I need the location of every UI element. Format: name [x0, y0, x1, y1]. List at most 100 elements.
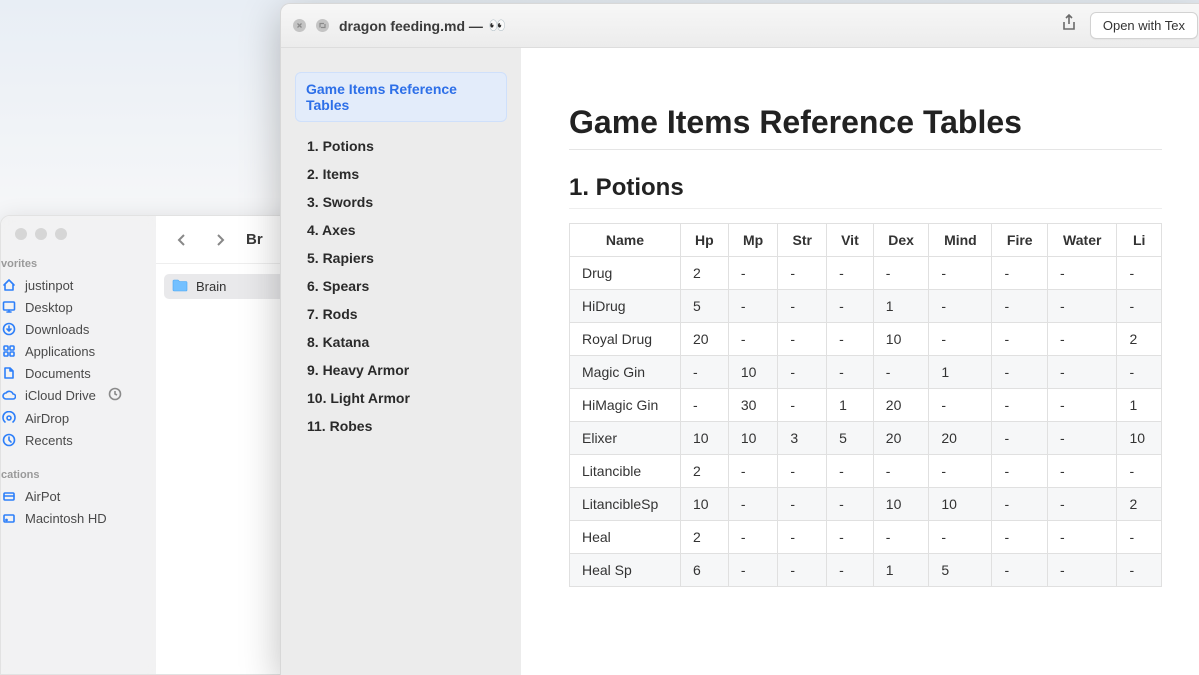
cell: -: [728, 257, 778, 290]
cell: -: [929, 257, 992, 290]
sidebar-item-applications[interactable]: Applications: [1, 340, 156, 362]
sidebar-item-documents[interactable]: Documents: [1, 362, 156, 384]
toc-item[interactable]: 8. Katana: [295, 328, 507, 356]
sidebar-item-label: Desktop: [25, 300, 73, 315]
cell: -: [778, 356, 827, 389]
toc-item[interactable]: 6. Spears: [295, 272, 507, 300]
sidebar-item-icloud-drive[interactable]: iCloud Drive: [1, 384, 156, 407]
column-header: Li: [1117, 224, 1162, 257]
column-header: Mind: [929, 224, 992, 257]
cell: 10: [680, 488, 728, 521]
nav-forward-button[interactable]: [208, 228, 232, 252]
toc-item[interactable]: 10. Light Armor: [295, 384, 507, 412]
column-header: Name: [570, 224, 681, 257]
cell: -: [1048, 521, 1117, 554]
cell: -: [827, 455, 874, 488]
sidebar-item-desktop[interactable]: Desktop: [1, 296, 156, 318]
sidebar-item-label: Applications: [25, 344, 95, 359]
cell: 1: [1117, 389, 1162, 422]
toc-item[interactable]: 9. Heavy Armor: [295, 356, 507, 384]
cell: -: [728, 290, 778, 323]
cell: 20: [929, 422, 992, 455]
expand-button[interactable]: [316, 19, 329, 32]
cell: -: [1117, 521, 1162, 554]
window-title: dragon feeding.md — 👀: [339, 17, 506, 34]
document-content[interactable]: Game Items Reference Tables 1. Potions N…: [521, 48, 1199, 675]
sidebar-item-label: justinpot: [25, 278, 73, 293]
cell: -: [1117, 257, 1162, 290]
cell: -: [992, 455, 1048, 488]
cell: -: [728, 521, 778, 554]
traffic-light-zoom[interactable]: [55, 228, 67, 240]
cell: -: [778, 455, 827, 488]
sidebar-item-recents[interactable]: Recents: [1, 429, 156, 451]
close-button[interactable]: [293, 19, 306, 32]
finder-breadcrumb: Br: [246, 231, 263, 248]
potions-table: NameHpMpStrVitDexMindFireWaterLi Drug2--…: [569, 223, 1162, 587]
toc-item[interactable]: 5. Rapiers: [295, 244, 507, 272]
toc-heading[interactable]: Game Items Reference Tables: [295, 72, 507, 122]
sidebar-item-label: Documents: [25, 366, 91, 381]
table-row: Heal Sp6---15---: [570, 554, 1162, 587]
sidebar-item-label: Downloads: [25, 322, 89, 337]
cell: -: [873, 455, 929, 488]
table-row: Magic Gin-10---1---: [570, 356, 1162, 389]
column-header: Mp: [728, 224, 778, 257]
cell: -: [778, 521, 827, 554]
sidebar-section-locations: cations: [1, 465, 156, 485]
row-name: Drug: [570, 257, 681, 290]
cell: -: [873, 257, 929, 290]
cell: -: [992, 323, 1048, 356]
cell: 10: [1117, 422, 1162, 455]
cell: -: [827, 521, 874, 554]
cell: -: [827, 257, 874, 290]
sidebar-item-label: Macintosh HD: [25, 511, 107, 526]
cell: -: [827, 290, 874, 323]
cell: -: [778, 488, 827, 521]
cell: -: [1048, 455, 1117, 488]
cell: -: [1048, 389, 1117, 422]
cell: -: [992, 257, 1048, 290]
column-header: Fire: [992, 224, 1048, 257]
section-heading: 1. Potions: [569, 174, 1162, 209]
table-row: Litancible2--------: [570, 455, 1162, 488]
cell: -: [1117, 554, 1162, 587]
toc-item[interactable]: 11. Robes: [295, 412, 507, 440]
toc-item[interactable]: 4. Axes: [295, 216, 507, 244]
open-with-button[interactable]: Open with Tex: [1090, 12, 1198, 39]
cell: 5: [929, 554, 992, 587]
toc-item[interactable]: 1. Potions: [295, 132, 507, 160]
column-header: Str: [778, 224, 827, 257]
cell: 10: [873, 323, 929, 356]
cell: -: [1048, 323, 1117, 356]
sidebar-item-airdrop[interactable]: AirDrop: [1, 407, 156, 429]
cell: -: [1117, 356, 1162, 389]
toc-item[interactable]: 3. Swords: [295, 188, 507, 216]
cell: -: [992, 356, 1048, 389]
page-title: Game Items Reference Tables: [569, 104, 1162, 150]
airdrop-icon: [1, 410, 17, 426]
traffic-light-minimize[interactable]: [35, 228, 47, 240]
toc-item[interactable]: 7. Rods: [295, 300, 507, 328]
traffic-light-close[interactable]: [15, 228, 27, 240]
cell: 1: [873, 554, 929, 587]
airpot-icon: [1, 488, 17, 504]
cell: 10: [728, 422, 778, 455]
sidebar-item-label: AirDrop: [25, 411, 69, 426]
cell: 1: [873, 290, 929, 323]
cell: 10: [929, 488, 992, 521]
folder-icon: [172, 278, 188, 295]
sidebar-item-airpot[interactable]: AirPot: [1, 485, 156, 507]
table-row: Royal Drug20---10---2: [570, 323, 1162, 356]
toc-item[interactable]: 2. Items: [295, 160, 507, 188]
sidebar-item-macintosh-hd[interactable]: Macintosh HD: [1, 507, 156, 529]
cell: -: [778, 323, 827, 356]
nav-back-button[interactable]: [170, 228, 194, 252]
sidebar-item-downloads[interactable]: Downloads: [1, 318, 156, 340]
window-title-text: dragon feeding.md —: [339, 18, 483, 34]
quicklook-window: dragon feeding.md — 👀 Open with Tex Game…: [280, 3, 1199, 675]
share-button[interactable]: [1060, 14, 1078, 37]
cell: -: [827, 356, 874, 389]
cell: -: [1048, 554, 1117, 587]
sidebar-item-justinpot[interactable]: justinpot: [1, 274, 156, 296]
